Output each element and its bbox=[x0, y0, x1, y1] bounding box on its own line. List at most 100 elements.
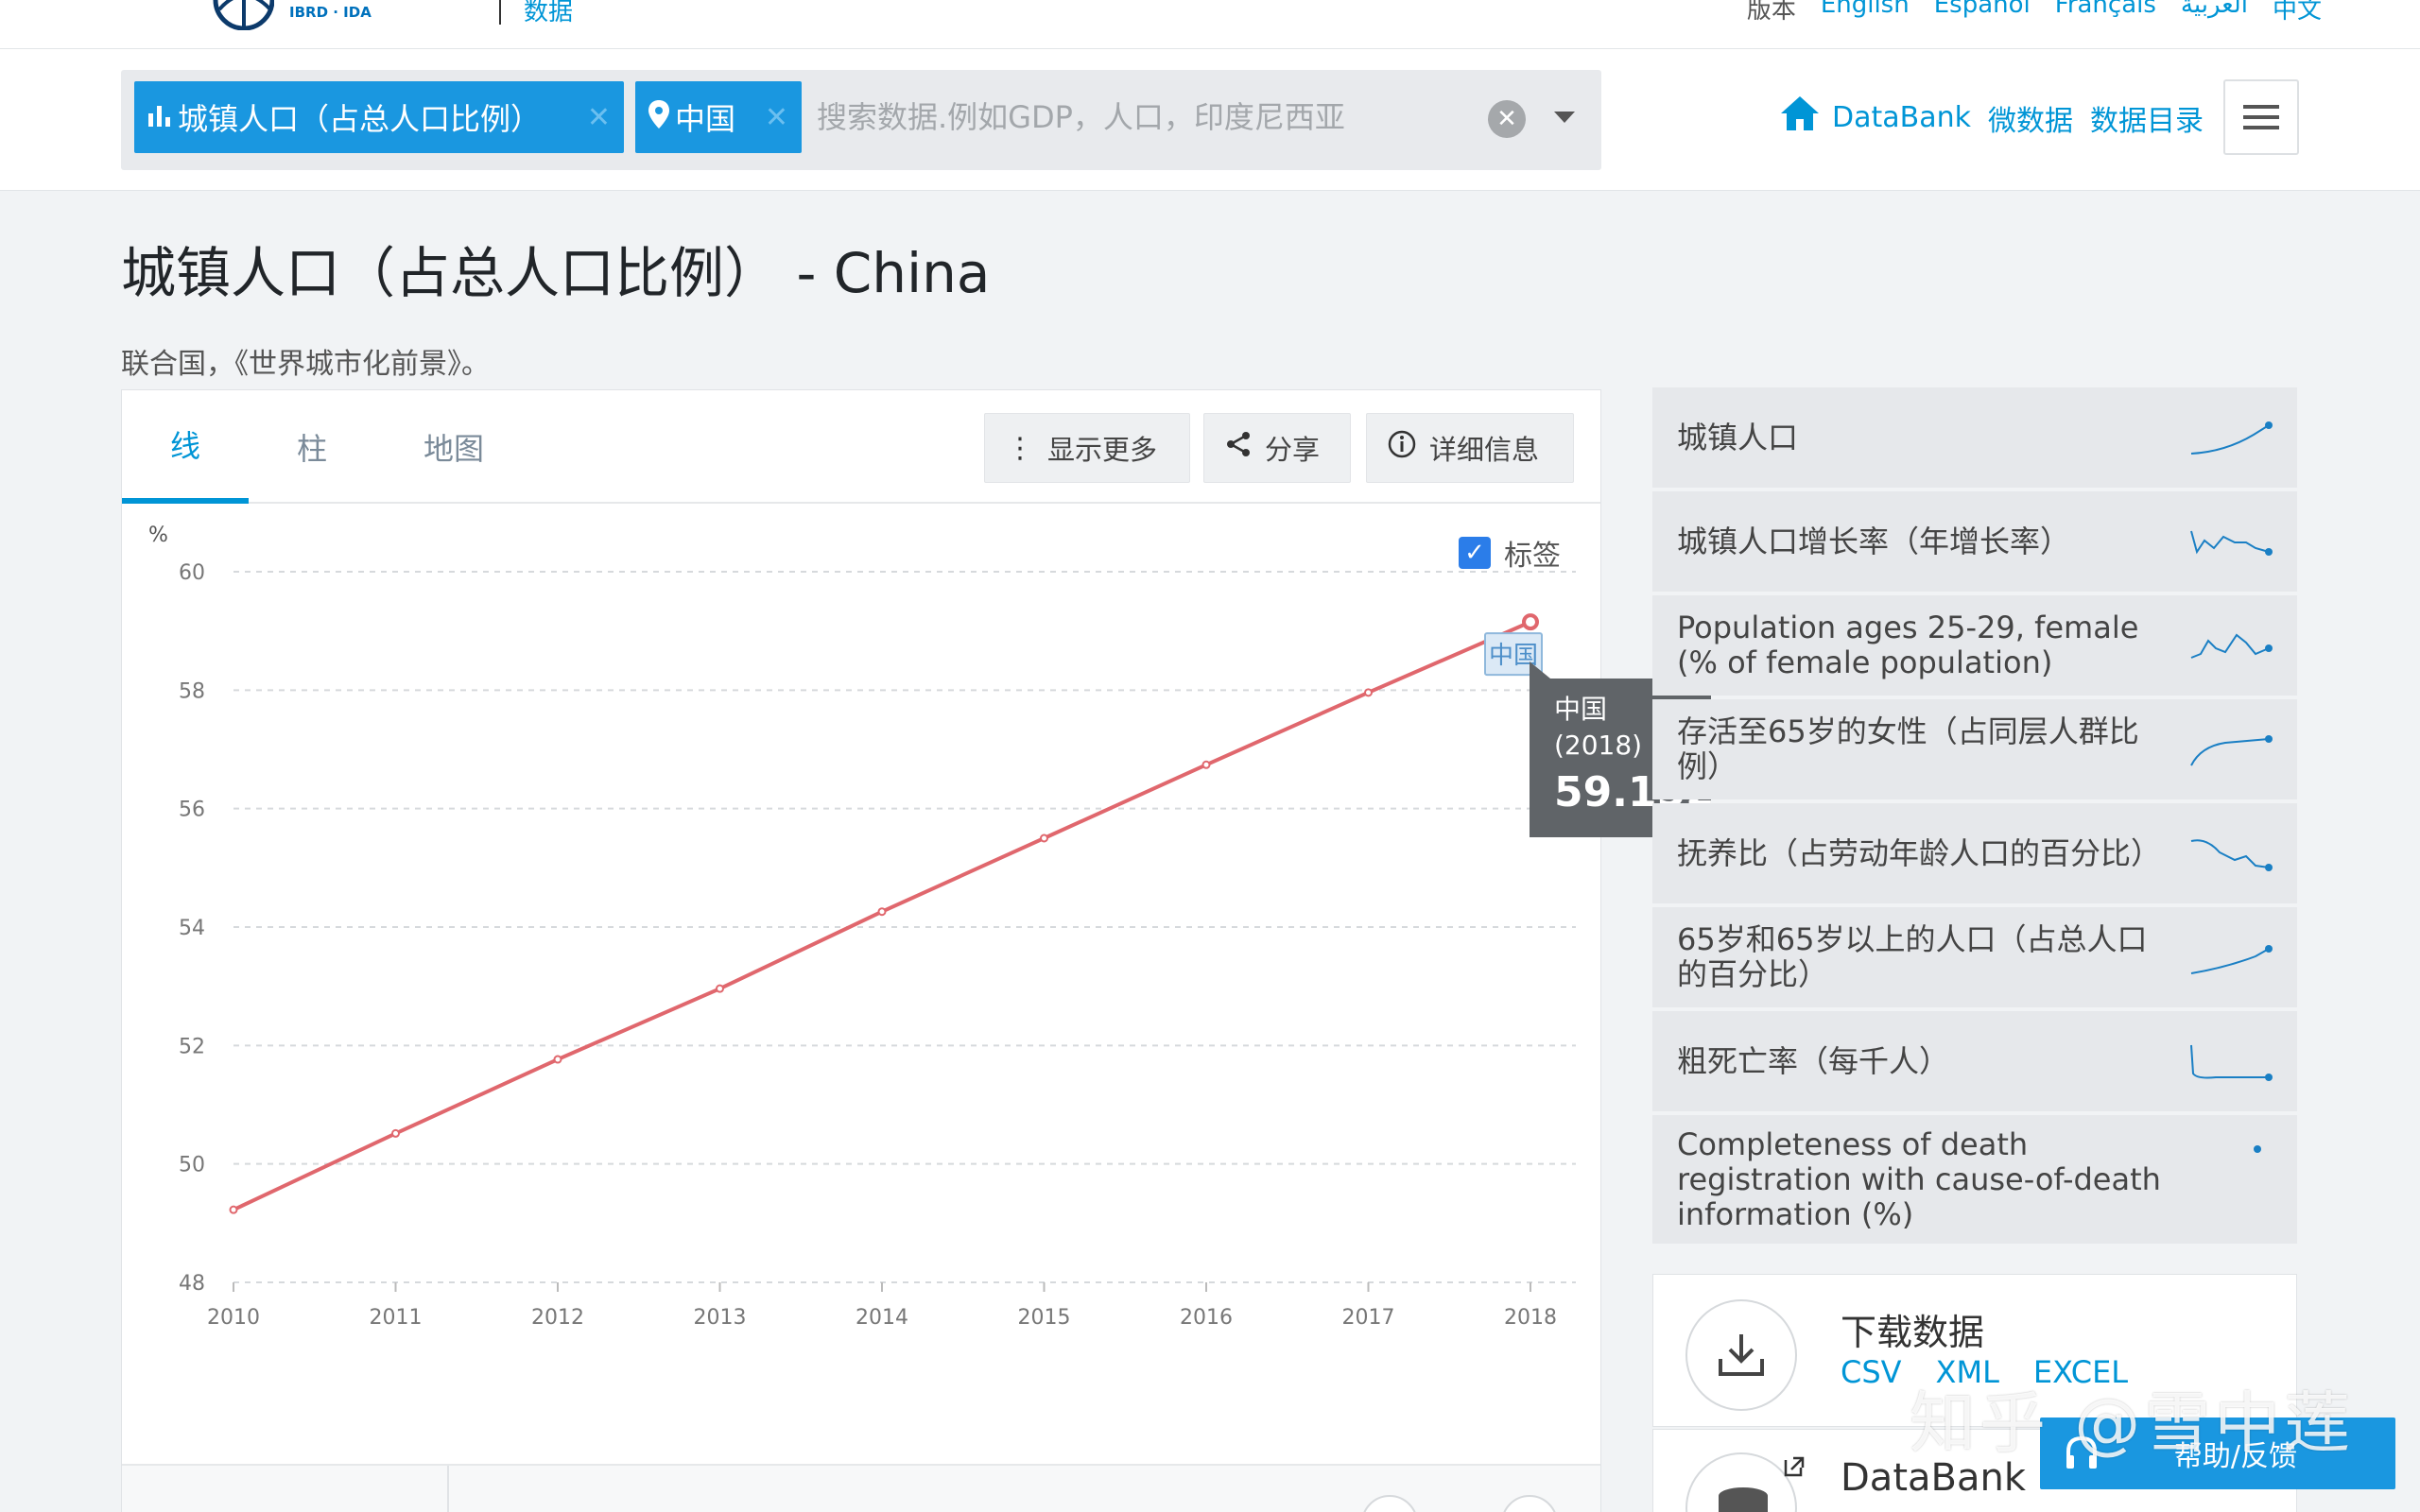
y-tick-label: 60 bbox=[179, 561, 205, 585]
sparkline bbox=[2254, 1145, 2261, 1153]
download-icon[interactable] bbox=[1685, 1299, 1797, 1411]
y-tick-label: 48 bbox=[179, 1272, 205, 1296]
data-point bbox=[1364, 688, 1373, 697]
nav-microdata[interactable]: 微数据 bbox=[1988, 97, 2073, 139]
related-item-label: Completeness of death registration with … bbox=[1677, 1125, 2161, 1232]
related-item-label: Population ages 25-29, female (% of fema… bbox=[1677, 610, 2139, 680]
related-item[interactable]: 抚养比（占劳动年龄人口的百分比） bbox=[1652, 803, 2297, 903]
tab-line[interactable]: 线 bbox=[122, 390, 249, 504]
map-pin-icon bbox=[648, 99, 669, 135]
data-point bbox=[391, 1128, 400, 1138]
related-item[interactable]: Completeness of death registration with … bbox=[1652, 1115, 2297, 1244]
top-bar: IBRD · IDA 数据 版本 English Español Françai… bbox=[0, 0, 2420, 49]
data-source[interactable]: 联合国，《世界城市化前景》。 bbox=[121, 340, 490, 382]
y-tick-label: 52 bbox=[179, 1035, 205, 1058]
country-tag[interactable]: 中国 ✕ bbox=[635, 81, 802, 153]
related-item-label: 城镇人口 bbox=[1677, 419, 1799, 455]
lang-spanish[interactable]: Español bbox=[1934, 0, 2031, 26]
x-tick-label: 2011 bbox=[370, 1306, 423, 1330]
share-label: 分享 bbox=[1265, 434, 1321, 466]
related-item[interactable]: Population ages 25-29, female (% of fema… bbox=[1652, 595, 2297, 696]
related-item[interactable]: 城镇人口增长率（年增长率） bbox=[1652, 491, 2297, 592]
related-item-label: 65岁和65岁以上的人口（占总人口的百分比） bbox=[1677, 921, 2148, 992]
chart-tabs: 线 柱 地图 ⋮ 显示更多 分享 详细信息 bbox=[122, 390, 1600, 504]
footer-divider bbox=[447, 1466, 449, 1512]
details-label: 详细信息 bbox=[1429, 434, 1540, 466]
sparkline bbox=[2190, 530, 2273, 556]
x-tick-label: 2013 bbox=[694, 1306, 747, 1330]
x-tick-label: 2016 bbox=[1180, 1306, 1233, 1330]
tab-bar[interactable]: 柱 bbox=[249, 390, 375, 504]
search-row: 城镇人口（占总人口比例） ✕ 中国 ✕ ✕ DataBank 微数据 数据目录 bbox=[0, 49, 2420, 191]
related-indicators: 城镇人口 城镇人口增长率（年增长率） Population ages 25-29… bbox=[1652, 387, 2297, 1247]
indicator-tag-label: 城镇人口（占总人口比例） bbox=[178, 101, 542, 137]
sparkline bbox=[2190, 735, 2273, 766]
vertical-dots-icon: ⋮ bbox=[1006, 431, 1034, 465]
share-button[interactable]: 分享 bbox=[1203, 413, 1351, 483]
watermark-text: 知乎 @雪中莲 bbox=[1910, 1384, 2355, 1462]
nav-links: DataBank 微数据 数据目录 bbox=[1781, 96, 2204, 139]
x-tick-label: 2015 bbox=[1018, 1306, 1071, 1330]
section-link[interactable]: 数据 bbox=[524, 0, 573, 27]
lang-chinese[interactable]: 中文 bbox=[2273, 0, 2322, 26]
y-tick-label: 56 bbox=[179, 799, 205, 822]
chevron-down-icon[interactable] bbox=[1548, 98, 1581, 136]
data-point bbox=[229, 1205, 238, 1214]
data-point bbox=[1522, 613, 1539, 631]
lang-label: 版本 bbox=[1746, 0, 1796, 25]
logo-subtitle: IBRD · IDA bbox=[289, 4, 372, 21]
y-axis-unit: % bbox=[148, 524, 168, 547]
home-icon[interactable] bbox=[1781, 96, 1819, 139]
x-tick-label: 2014 bbox=[856, 1306, 908, 1330]
share-icon bbox=[1225, 431, 1252, 465]
y-tick-label: 58 bbox=[179, 679, 205, 703]
lang-arabic[interactable]: العربية bbox=[2181, 0, 2248, 26]
nav-databank[interactable]: DataBank bbox=[1832, 101, 1971, 134]
related-item-label: 抚养比（占劳动年龄人口的百分比） bbox=[1677, 834, 2162, 871]
header-divider bbox=[499, 0, 501, 25]
y-tick-label: 54 bbox=[179, 917, 205, 940]
related-item[interactable]: 城镇人口 bbox=[1652, 387, 2297, 488]
search-box: 城镇人口（占总人口比例） ✕ 中国 ✕ ✕ bbox=[121, 70, 1601, 170]
data-point bbox=[716, 984, 724, 993]
lang-english[interactable]: English bbox=[1821, 0, 1910, 26]
data-point bbox=[553, 1055, 562, 1064]
language-switcher: 版本 English Español Français العربية 中文 bbox=[1747, 0, 2322, 26]
line-chart: % 48 50 52 54 56 58 60 2010 2011 2012 2013 2014 2015 2… bbox=[148, 524, 1576, 1330]
globe-icon bbox=[213, 0, 274, 30]
hamburger-menu-icon[interactable] bbox=[2223, 79, 2299, 155]
tab-map[interactable]: 地图 bbox=[375, 390, 532, 504]
related-item-label: 存活至65岁的女性（占同层人群比例） bbox=[1677, 713, 2139, 784]
data-point bbox=[1201, 760, 1211, 769]
indicator-tag[interactable]: 城镇人口（占总人口比例） ✕ bbox=[134, 81, 624, 153]
sparkline bbox=[2190, 1044, 2273, 1081]
x-tick-label: 2012 bbox=[531, 1306, 584, 1330]
related-item[interactable]: 粗死亡率（每千人） bbox=[1652, 1011, 2297, 1111]
data-point bbox=[877, 907, 887, 917]
clear-search-icon[interactable]: ✕ bbox=[1488, 100, 1526, 138]
related-item[interactable]: 存活至65岁的女性（占同层人群比例） bbox=[1652, 699, 2297, 799]
info-icon bbox=[1388, 430, 1416, 466]
remove-indicator-icon[interactable]: ✕ bbox=[587, 101, 611, 134]
related-item[interactable]: 65岁和65岁以上的人口（占总人口的百分比） bbox=[1652, 907, 2297, 1007]
y-tick-label: 50 bbox=[179, 1154, 205, 1177]
sparkline bbox=[2190, 633, 2273, 659]
sparkline bbox=[2190, 945, 2273, 974]
database-icon bbox=[1685, 1452, 1797, 1512]
lang-french[interactable]: Français bbox=[2055, 0, 2156, 26]
details-button[interactable]: 详细信息 bbox=[1366, 413, 1574, 483]
bar-chart-icon bbox=[147, 102, 172, 133]
x-tick-label: 2010 bbox=[207, 1306, 260, 1330]
remove-country-icon[interactable]: ✕ bbox=[765, 101, 788, 134]
chart-card: 线 柱 地图 ⋮ 显示更多 分享 详细信息 ✓ 标签 % 48 50 52 54 56 58… bbox=[121, 389, 1601, 1512]
nav-catalog[interactable]: 数据目录 bbox=[2090, 97, 2204, 139]
external-link-icon[interactable] bbox=[1782, 1454, 1806, 1479]
x-tick-label: 2017 bbox=[1342, 1306, 1395, 1330]
search-input[interactable] bbox=[817, 81, 1478, 153]
country-tag-label: 中国 bbox=[675, 101, 736, 137]
x-tick-label: 2018 bbox=[1504, 1306, 1557, 1330]
show-more-button[interactable]: ⋮ 显示更多 bbox=[984, 413, 1190, 483]
related-item-label: 城镇人口增长率（年增长率） bbox=[1677, 523, 2071, 559]
sparkline bbox=[2190, 421, 2273, 455]
download-csv-link[interactable]: CSV bbox=[1841, 1354, 1902, 1390]
